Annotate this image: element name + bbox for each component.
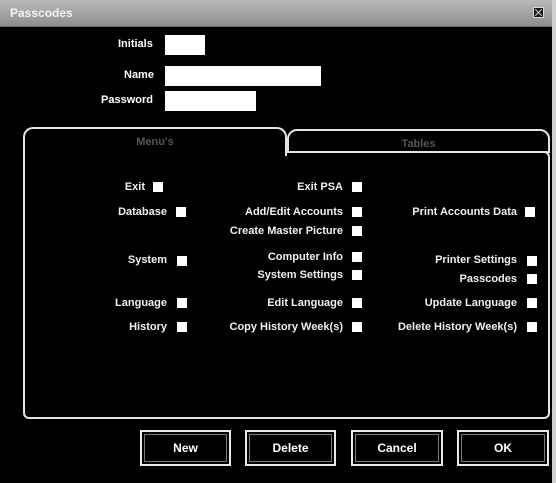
option-printer-settings-label: Printer Settings xyxy=(435,254,517,266)
option-system-settings-checkbox[interactable] xyxy=(352,270,362,280)
option-history-label: History xyxy=(129,321,167,333)
password-label: Password xyxy=(101,94,153,106)
option-copy-history-weeks-checkbox[interactable] xyxy=(352,322,362,332)
new-button[interactable]: New xyxy=(140,430,231,466)
title-bar: Passcodes xyxy=(0,0,552,27)
option-add-edit-accounts-checkbox[interactable] xyxy=(352,207,362,217)
option-computer-info-checkbox[interactable] xyxy=(352,252,362,262)
option-system-settings-label: System Settings xyxy=(257,269,343,281)
option-create-master-picture-label: Create Master Picture xyxy=(229,225,343,237)
option-edit-language-label: Edit Language xyxy=(267,297,343,309)
option-database-label: Database xyxy=(118,206,167,218)
option-system-label: System xyxy=(127,254,167,266)
option-language-checkbox[interactable] xyxy=(177,298,187,308)
option-passcodes-label: Passcodes xyxy=(459,273,517,285)
name-label: Name xyxy=(124,69,154,81)
option-database-checkbox[interactable] xyxy=(176,207,186,217)
initials-field[interactable] xyxy=(165,35,205,55)
option-print-accounts-data-label: Print Accounts Data xyxy=(412,206,517,218)
option-create-master-picture-checkbox[interactable] xyxy=(352,226,362,236)
ok-button[interactable]: OK xyxy=(457,430,549,466)
delete-button[interactable]: Delete xyxy=(245,430,336,466)
password-field[interactable] xyxy=(165,91,256,111)
close-icon[interactable] xyxy=(533,7,544,18)
tab-menus[interactable]: Menu's xyxy=(23,127,287,156)
option-system-checkbox[interactable] xyxy=(177,256,187,266)
option-exit-label: Exit xyxy=(124,181,145,193)
option-delete-history-weeks-label: Delete History Week(s) xyxy=(397,321,517,333)
tab-panel xyxy=(23,151,550,419)
option-print-accounts-data-checkbox[interactable] xyxy=(525,207,535,217)
option-passcodes-checkbox[interactable] xyxy=(527,274,537,284)
option-copy-history-weeks-label: Copy History Week(s) xyxy=(229,321,344,333)
cancel-button[interactable]: Cancel xyxy=(351,430,443,466)
option-add-edit-accounts-label: Add/Edit Accounts xyxy=(245,206,343,218)
option-exit-psa-checkbox[interactable] xyxy=(352,182,362,192)
initials-label: Initials xyxy=(118,38,153,50)
option-update-language-checkbox[interactable] xyxy=(527,298,537,308)
passcodes-dialog: Passcodes Initials Name Password Tables … xyxy=(0,0,556,483)
tab-tables[interactable]: Tables xyxy=(287,129,550,153)
option-update-language-label: Update Language xyxy=(424,297,517,309)
window-title: Passcodes xyxy=(10,6,73,20)
name-field[interactable] xyxy=(165,66,321,86)
option-delete-history-weeks-checkbox[interactable] xyxy=(527,322,537,332)
option-edit-language-checkbox[interactable] xyxy=(352,298,362,308)
option-printer-settings-checkbox[interactable] xyxy=(527,256,537,266)
option-exit-checkbox[interactable] xyxy=(153,182,163,192)
option-language-label: Language xyxy=(115,297,167,309)
option-exit-psa-label: Exit PSA xyxy=(297,181,343,193)
option-computer-info-label: Computer Info xyxy=(267,251,343,263)
option-history-checkbox[interactable] xyxy=(177,322,187,332)
